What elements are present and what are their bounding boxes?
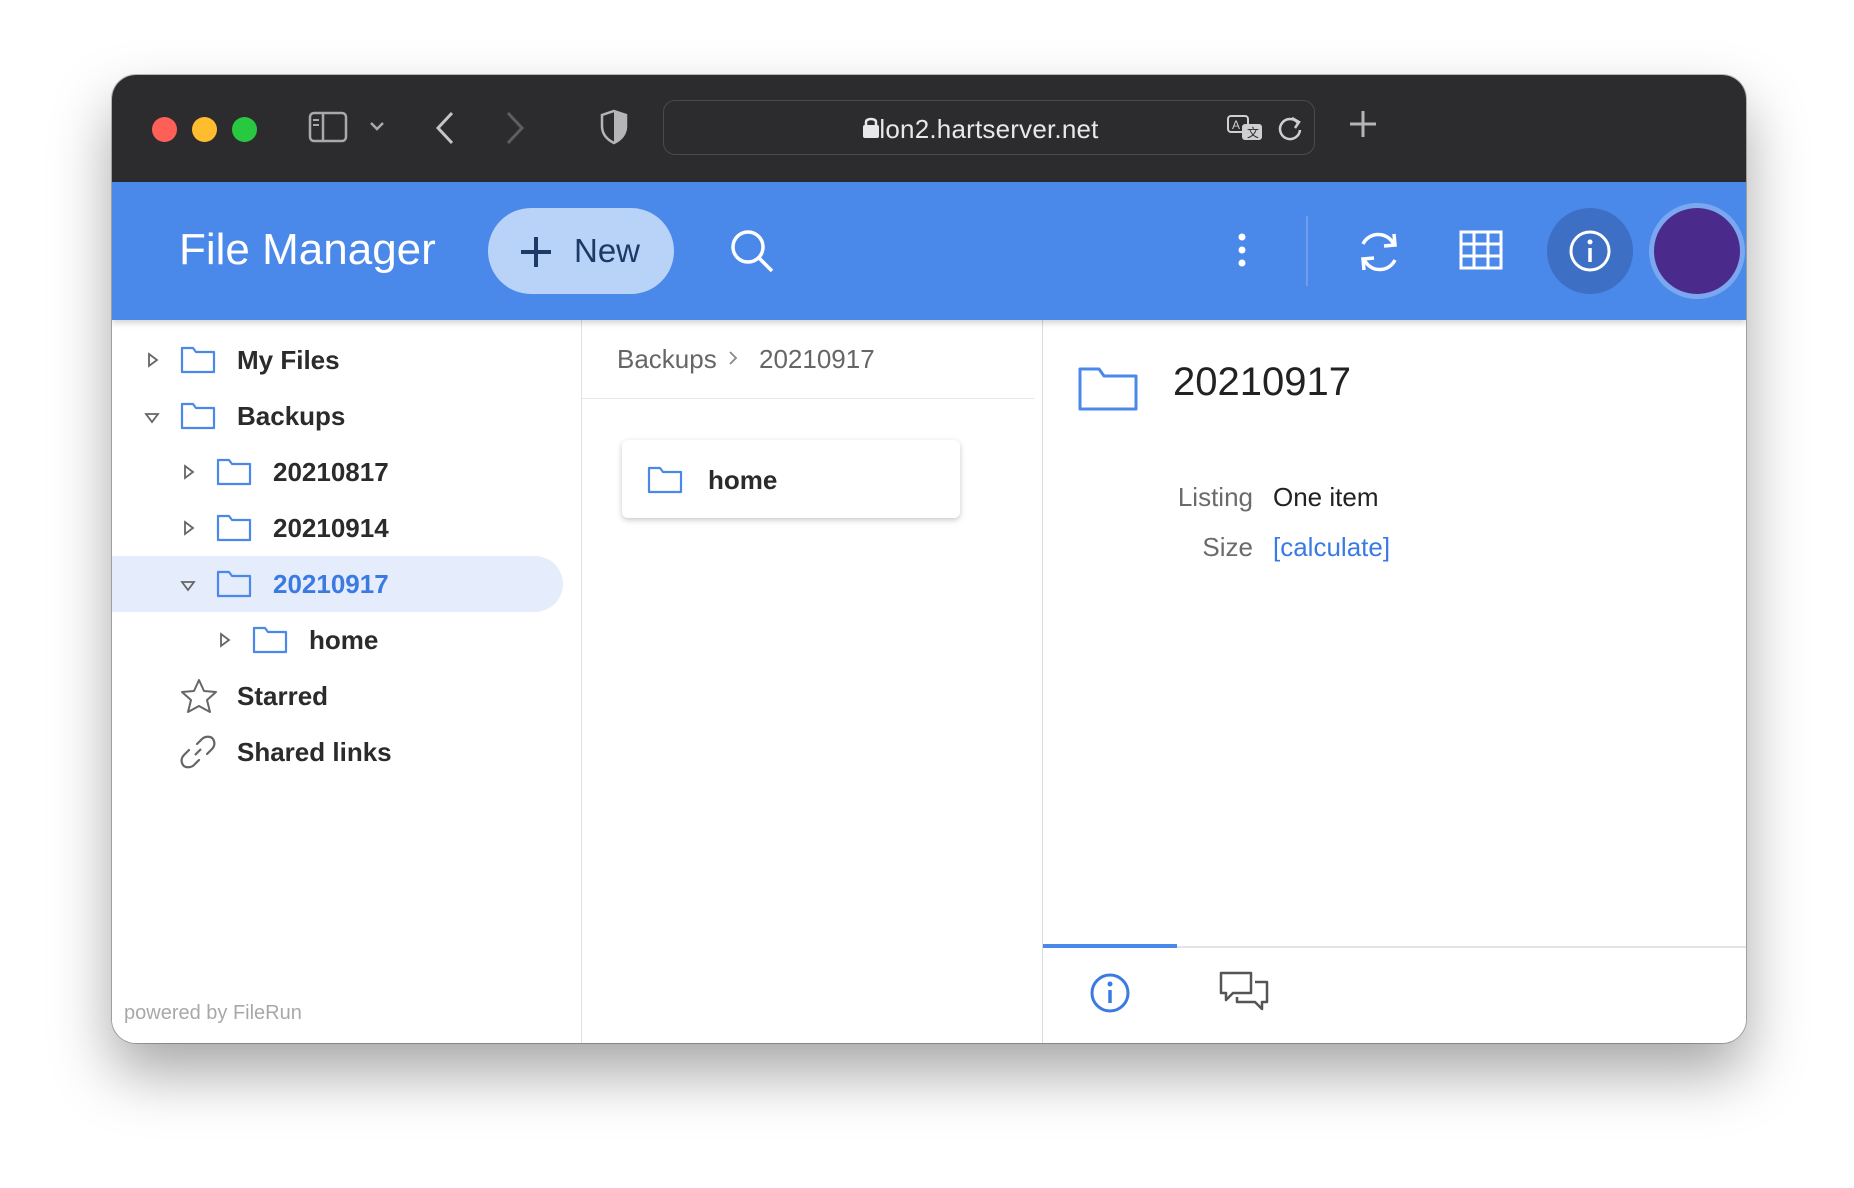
sidebar-item-label: Shared links xyxy=(237,737,392,767)
folder-icon xyxy=(180,400,216,435)
folder-icon xyxy=(216,568,252,603)
app-title: File Manager xyxy=(179,225,436,274)
sidebar-item-label: Starred xyxy=(237,681,329,711)
collapse-arrow-icon[interactable] xyxy=(180,579,196,597)
search-icon[interactable] xyxy=(729,228,775,274)
breadcrumb-item-current[interactable]: 20210917 xyxy=(759,344,875,375)
breadcrumb-item[interactable]: Backups xyxy=(617,344,717,375)
listing-value: One item xyxy=(1273,482,1379,512)
svg-text:文: 文 xyxy=(1247,125,1259,140)
sidebar-toggle-icon[interactable] xyxy=(308,111,348,143)
folder-icon xyxy=(216,512,252,547)
calculate-size-link[interactable]: [calculate] xyxy=(1273,532,1390,563)
url-text: lon2.hartserver.net xyxy=(879,114,1099,144)
folder-icon xyxy=(216,456,252,491)
sidebar-item-backups[interactable]: Backups xyxy=(112,388,563,444)
tab-info[interactable] xyxy=(1043,944,1177,1043)
chevron-down-icon[interactable] xyxy=(369,120,385,132)
info-icon xyxy=(1567,228,1613,274)
size-label: Size xyxy=(1202,532,1253,562)
new-button[interactable]: New xyxy=(488,208,674,294)
new-button-label: New xyxy=(574,232,641,269)
sidebar-item-home[interactable]: home xyxy=(112,612,563,668)
sidebar-item-starred[interactable]: Starred xyxy=(112,668,563,724)
breadcrumb: Backups 20210917 xyxy=(582,320,1034,399)
back-icon[interactable] xyxy=(434,110,456,146)
tab-comments[interactable] xyxy=(1177,948,1311,1043)
forward-icon[interactable] xyxy=(504,110,526,146)
sidebar-item-label: My Files xyxy=(237,345,340,375)
app-header: File Manager New xyxy=(112,182,1746,320)
expand-arrow-icon[interactable] xyxy=(219,632,231,653)
address-bar[interactable]: lon2.hartserver.net A文 xyxy=(663,100,1315,155)
header-divider xyxy=(1306,216,1308,286)
file-item-name: home xyxy=(708,465,778,495)
chevron-right-icon xyxy=(728,350,738,371)
reload-icon[interactable] xyxy=(1276,114,1304,142)
expand-arrow-icon[interactable] xyxy=(183,520,195,541)
avatar[interactable] xyxy=(1654,208,1740,294)
grid-view-icon[interactable] xyxy=(1459,230,1503,270)
star-icon xyxy=(180,678,218,719)
svg-text:A: A xyxy=(1232,118,1240,132)
sidebar-item-20210914[interactable]: 20210914 xyxy=(112,500,563,556)
details-tabs xyxy=(1043,944,1746,1043)
sidebar-item-20210917[interactable]: 20210917 xyxy=(112,556,563,612)
more-vert-icon[interactable] xyxy=(1237,232,1247,268)
sidebar-item-20210817[interactable]: 20210817 xyxy=(112,444,563,500)
expand-arrow-icon[interactable] xyxy=(183,464,195,485)
file-listing-pane: Backups 20210917 home xyxy=(582,320,1042,1043)
folder-icon xyxy=(1077,364,1139,417)
info-icon xyxy=(1088,971,1132,1020)
powered-by-footer[interactable]: powered by FileRun xyxy=(124,1002,302,1025)
zoom-window-button[interactable] xyxy=(232,117,257,142)
sidebar-item-shared-links[interactable]: Shared links xyxy=(112,724,563,780)
link-icon xyxy=(180,734,216,775)
minimize-window-button[interactable] xyxy=(192,117,217,142)
comments-icon xyxy=(1218,970,1270,1021)
browser-toolbar: lon2.hartserver.net A文 xyxy=(112,75,1746,183)
collapse-arrow-icon[interactable] xyxy=(144,411,160,429)
sidebar-item-label: home xyxy=(309,625,379,655)
sidebar-item-label: 20210914 xyxy=(273,513,389,543)
translate-icon[interactable]: A文 xyxy=(1226,114,1266,142)
sidebar-item-label: 20210817 xyxy=(273,457,389,487)
new-tab-icon[interactable] xyxy=(1347,108,1379,140)
sidebar-item-my-files[interactable]: My Files xyxy=(112,332,563,388)
plus-icon xyxy=(518,234,554,278)
file-item-home[interactable]: home xyxy=(622,440,960,518)
privacy-shield-icon[interactable] xyxy=(599,109,629,145)
listing-label: Listing xyxy=(1177,482,1253,512)
details-pane: 20210917 Listing One item Size [calculat… xyxy=(1042,320,1746,1043)
folder-icon xyxy=(647,464,683,499)
browser-window: lon2.hartserver.net A文 File Manager New xyxy=(112,75,1746,1043)
close-window-button[interactable] xyxy=(152,117,177,142)
refresh-icon[interactable] xyxy=(1354,227,1404,277)
details-title: 20210917 xyxy=(1173,360,1351,404)
folder-icon xyxy=(252,624,288,659)
sidebar-item-label: 20210917 xyxy=(273,569,389,599)
expand-arrow-icon[interactable] xyxy=(147,352,159,373)
info-toggle-button[interactable] xyxy=(1547,208,1633,294)
sidebar-item-label: Backups xyxy=(237,401,346,431)
sidebar-tree: My Files Backups 20210817 20210914 20210… xyxy=(112,320,582,1043)
folder-icon xyxy=(180,344,216,379)
